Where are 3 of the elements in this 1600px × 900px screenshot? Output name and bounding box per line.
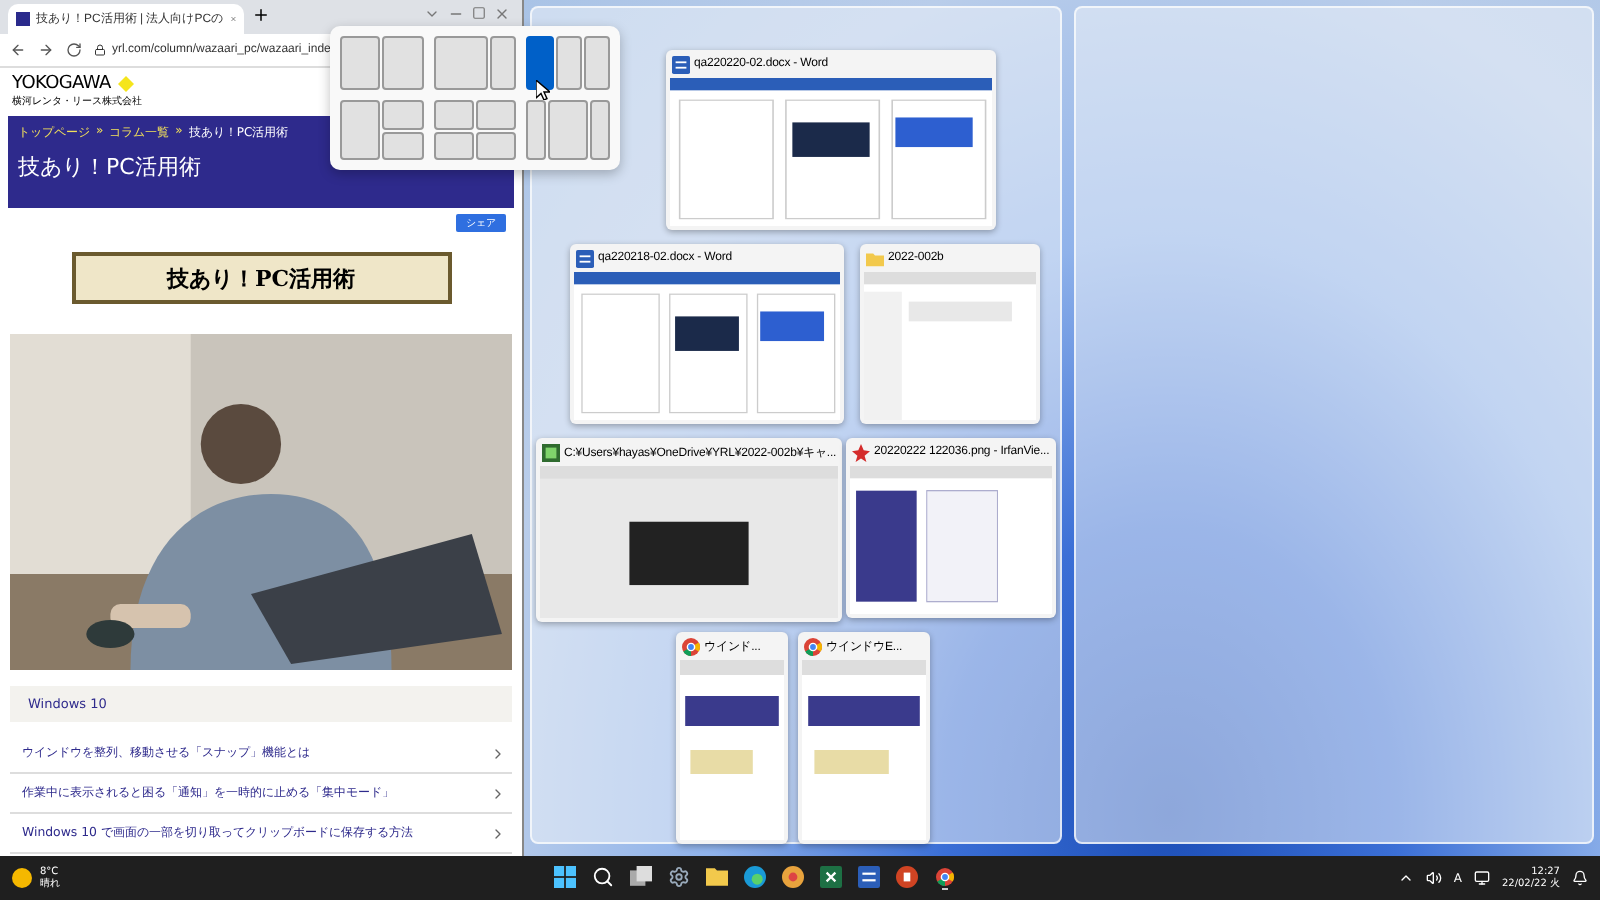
page-title: 技あり！PC活用術 [18, 152, 203, 182]
banner: 技あり！PC活用術 [71, 252, 451, 304]
logo-text: YOKOGAWA [12, 74, 111, 94]
